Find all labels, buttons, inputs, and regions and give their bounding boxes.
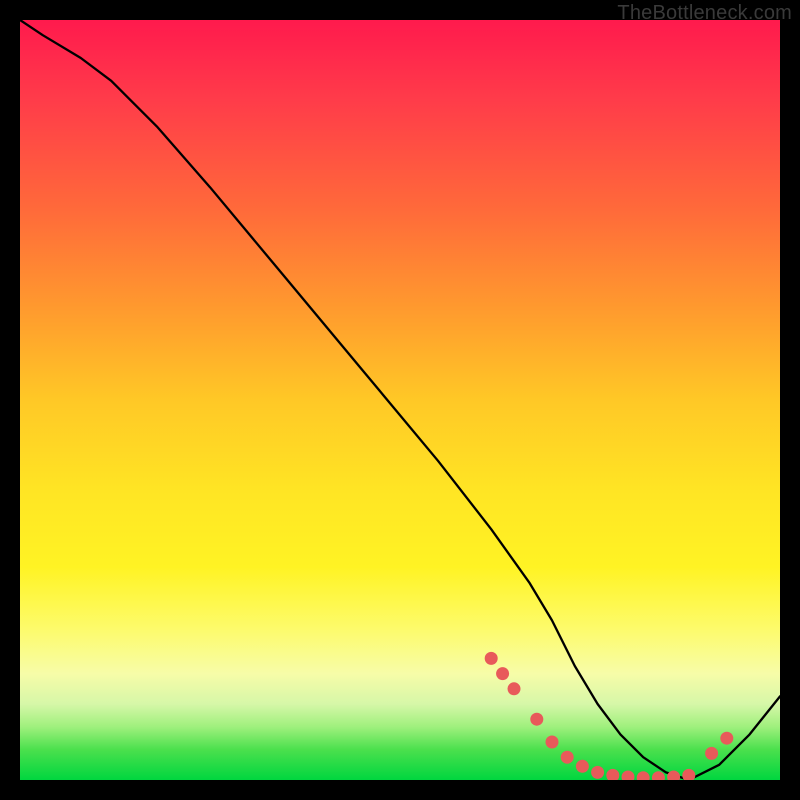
highlight-dot bbox=[508, 682, 521, 695]
highlight-dot bbox=[591, 766, 604, 779]
curve-line bbox=[20, 20, 780, 780]
highlight-dot bbox=[576, 760, 589, 773]
highlight-dot bbox=[496, 667, 509, 680]
highlight-dot bbox=[485, 652, 498, 665]
highlight-dot bbox=[667, 771, 680, 781]
plot-area bbox=[20, 20, 780, 780]
highlight-dot bbox=[637, 771, 650, 780]
highlight-dot bbox=[530, 713, 543, 726]
chart-svg bbox=[20, 20, 780, 780]
highlight-dot bbox=[561, 751, 574, 764]
highlight-dot bbox=[606, 769, 619, 780]
highlight-dot bbox=[652, 771, 665, 780]
highlight-dot bbox=[546, 736, 559, 749]
highlight-dot bbox=[705, 747, 718, 760]
highlight-dot bbox=[622, 771, 635, 781]
highlight-dot bbox=[720, 732, 733, 745]
highlight-dot bbox=[682, 769, 695, 780]
chart-frame: TheBottleneck.com bbox=[0, 0, 800, 800]
highlight-dots bbox=[485, 652, 734, 780]
